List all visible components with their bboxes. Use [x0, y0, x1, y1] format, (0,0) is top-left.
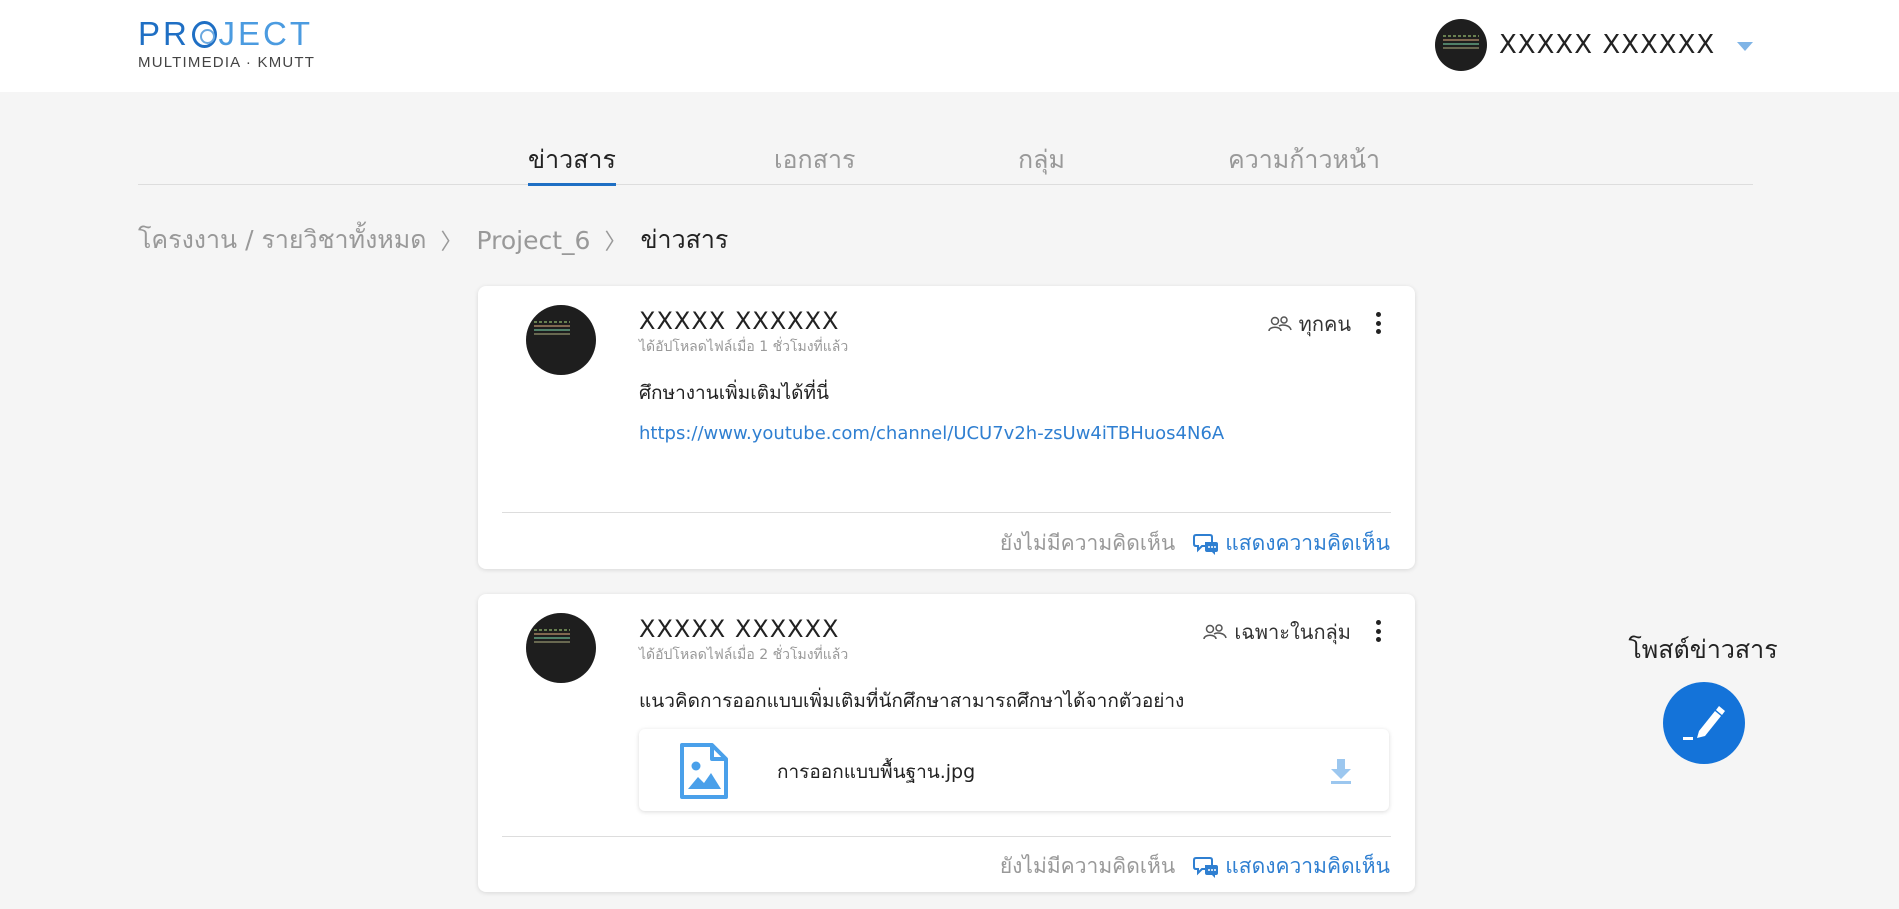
post-time: ได้อัปโหลดไฟล์เมื่อ 1 ชั่วโมงที่แล้ว — [639, 339, 849, 355]
pen-icon — [1683, 706, 1725, 740]
post-divider — [502, 836, 1391, 837]
section-tabs: ข่าวสาร เอกสาร กลุ่ม ความก้าวหน้า — [138, 140, 1753, 186]
file-attachment[interactable]: การออกแบบพื้นฐาน.jpg — [639, 729, 1389, 811]
breadcrumb: โครงงาน / รายวิชาทั้งหมด 〉 Project_6 〉 ข… — [138, 222, 728, 258]
post-audience: ทุกคน — [1267, 308, 1351, 340]
group-icon — [1203, 624, 1228, 640]
audience-label: ทุกคน — [1298, 312, 1351, 336]
post-text: ศึกษางานเพิ่มเติมได้ที่นี่ — [639, 382, 829, 404]
news-post-card: XXXXX XXXXXX ได้อัปโหลดไฟล์เมื่อ 2 ชั่วโ… — [478, 594, 1415, 892]
comment-button[interactable]: แสดงความคิดเห็น — [1193, 527, 1390, 560]
post-author: XXXXX XXXXXX — [639, 307, 840, 335]
tab-news[interactable]: ข่าวสาร — [528, 140, 616, 186]
post-author: XXXXX XXXXXX — [639, 615, 840, 643]
no-comment-text: ยังไม่มีความคิดเห็น — [999, 854, 1176, 878]
user-menu[interactable]: XXXXX XXXXXX — [1435, 19, 1754, 71]
comment-label: แสดงความคิดเห็น — [1225, 531, 1390, 555]
post-footer: ยังไม่มีความคิดเห็น แสดงความคิดเห็น — [1000, 527, 1390, 560]
post-time: ได้อัปโหลดไฟล์เมื่อ 2 ชั่วโมงที่แล้ว — [639, 647, 849, 663]
breadcrumb-current: ข่าวสาร — [640, 225, 729, 254]
avatar[interactable] — [526, 305, 596, 375]
avatar[interactable] — [1435, 19, 1487, 71]
tab-groups[interactable]: กลุ่ม — [1018, 140, 1065, 185]
comment-button[interactable]: แสดงความคิดเห็น — [1193, 850, 1390, 883]
logo-o-icon — [191, 20, 217, 48]
logo-text-end: JECT — [218, 15, 313, 52]
audience-label: เฉพาะในกลุ่ม — [1234, 620, 1351, 644]
no-comment-text: ยังไม่มีความคิดเห็น — [999, 531, 1176, 555]
news-post-card: XXXXX XXXXXX ได้อัปโหลดไฟล์เมื่อ 1 ชั่วโ… — [478, 286, 1415, 569]
kebab-menu-icon[interactable] — [1375, 620, 1381, 642]
breadcrumb-separator: 〉 — [440, 230, 463, 255]
post-news-label: โพสต์ข่าวสาร — [1628, 635, 1778, 664]
download-icon[interactable] — [1329, 757, 1353, 785]
post-text: แนวคิดการออกแบบเพิ่มเติมที่นักศึกษาสามาร… — [639, 690, 1185, 712]
post-footer: ยังไม่มีความคิดเห็น แสดงความคิดเห็น — [1000, 850, 1390, 883]
project-logo[interactable]: PR JECT MULTIMEDIA · KMUTT — [138, 16, 316, 74]
post-divider — [502, 512, 1391, 513]
image-file-icon — [680, 743, 728, 799]
logo-wordmark: PR JECT — [138, 16, 313, 52]
avatar[interactable] — [526, 613, 596, 683]
logo-subtitle: MULTIMEDIA · KMUTT — [138, 54, 316, 71]
tab-documents[interactable]: เอกสาร — [774, 140, 855, 185]
user-name[interactable]: XXXXX XXXXXX — [1499, 30, 1715, 60]
breadcrumb-separator: 〉 — [604, 230, 627, 255]
kebab-menu-icon[interactable] — [1375, 312, 1381, 334]
chevron-down-icon[interactable] — [1737, 42, 1754, 51]
file-name: การออกแบบพื้นฐาน.jpg — [777, 761, 976, 783]
breadcrumb-project[interactable]: Project_6 — [477, 226, 591, 255]
post-news-panel: โพสต์ข่าวสาร — [1628, 630, 1778, 764]
post-news-button[interactable] — [1663, 682, 1745, 764]
comment-bubble-icon — [1193, 533, 1219, 555]
post-audience: เฉพาะในกลุ่ม — [1202, 616, 1351, 648]
group-icon — [1267, 316, 1292, 332]
tab-progress[interactable]: ความก้าวหน้า — [1228, 140, 1380, 185]
comment-bubble-icon — [1193, 856, 1219, 878]
breadcrumb-root[interactable]: โครงงาน / รายวิชาทั้งหมด — [138, 220, 426, 260]
post-link[interactable]: https://www.youtube.com/channel/UCU7v2h-… — [639, 423, 1224, 444]
top-header: PR JECT MULTIMEDIA · KMUTT XXXXX XXXXXX — [0, 0, 1899, 92]
comment-label: แสดงความคิดเห็น — [1225, 854, 1390, 878]
logo-text-start: PR — [138, 15, 190, 52]
